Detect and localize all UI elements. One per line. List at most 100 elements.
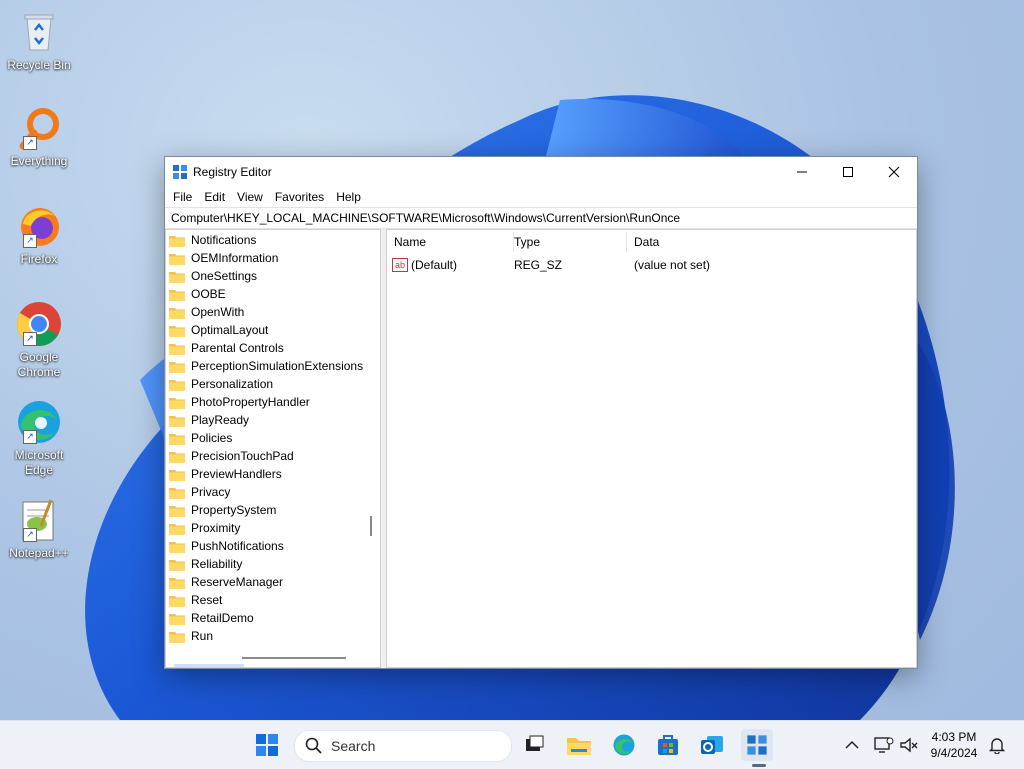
close-button[interactable] bbox=[871, 157, 917, 187]
address-bar[interactable]: Computer\HKEY_LOCAL_MACHINE\SOFTWARE\Mic… bbox=[165, 207, 917, 229]
tree-item[interactable]: Reliability bbox=[169, 555, 242, 573]
tree-item[interactable]: RetailDemo bbox=[169, 609, 254, 627]
task-view-icon bbox=[526, 735, 544, 751]
tree-item[interactable]: Parental Controls bbox=[169, 339, 284, 357]
desktop-icon-firefox[interactable]: ↗ Firefox bbox=[4, 202, 74, 267]
tree-item[interactable]: OOBE bbox=[169, 285, 226, 303]
regedit-icon bbox=[172, 164, 188, 180]
desktop-icon-everything[interactable]: ↗ Everything bbox=[4, 104, 74, 169]
tree-vertical-scrollbar[interactable] bbox=[366, 230, 376, 647]
tree-item[interactable]: PerceptionSimulationExtensions bbox=[169, 357, 363, 375]
value-row-default[interactable]: ab (Default) bbox=[392, 256, 457, 274]
menu-edit[interactable]: Edit bbox=[198, 190, 231, 204]
tree-item[interactable]: PrecisionTouchPad bbox=[169, 447, 294, 465]
menu-view[interactable]: View bbox=[231, 190, 269, 204]
tree-item[interactable]: Privacy bbox=[169, 483, 230, 501]
folder-icon bbox=[169, 306, 185, 319]
folder-icon bbox=[169, 540, 185, 553]
microsoft-store-icon bbox=[658, 735, 678, 755]
tree-item-label: OOBE bbox=[191, 287, 226, 301]
volume-button[interactable] bbox=[893, 729, 925, 761]
tree-item[interactable]: PropertySystem bbox=[169, 501, 276, 519]
start-button[interactable] bbox=[251, 729, 283, 761]
desktop-icon-recycle-bin[interactable]: Recycle Bin bbox=[4, 8, 74, 73]
tree-item[interactable]: PreviewHandlers bbox=[169, 465, 282, 483]
outlook-button[interactable] bbox=[696, 729, 728, 761]
tree-item[interactable]: PlayReady bbox=[169, 411, 249, 429]
tree-item-label: OptimalLayout bbox=[191, 323, 269, 337]
folder-icon bbox=[169, 612, 185, 625]
menu-favorites[interactable]: Favorites bbox=[269, 190, 330, 204]
notepadpp-icon: ↗ bbox=[15, 496, 63, 544]
chrome-icon: ↗ bbox=[15, 300, 63, 348]
notifications-button[interactable] bbox=[981, 729, 1013, 761]
tree-item[interactable]: PhotoPropertyHandler bbox=[169, 393, 310, 411]
tree-item[interactable]: OneSettings bbox=[169, 267, 257, 285]
folder-icon bbox=[169, 432, 185, 445]
tree-item[interactable]: OEMInformation bbox=[169, 249, 278, 267]
tree-item[interactable]: Policies bbox=[169, 429, 232, 447]
edge-taskbar-button[interactable] bbox=[608, 729, 640, 761]
folder-icon bbox=[169, 558, 185, 571]
desktop-icon-label: Firefox bbox=[20, 252, 58, 266]
menu-file[interactable]: File bbox=[167, 190, 198, 204]
tree-item[interactable]: Notifications bbox=[169, 231, 256, 249]
tree-item-label: Personalization bbox=[191, 377, 274, 391]
column-header-data[interactable]: Data bbox=[634, 230, 834, 254]
regedit-icon bbox=[747, 735, 767, 755]
tree-item[interactable]: Reset bbox=[169, 591, 222, 609]
file-explorer-button[interactable] bbox=[563, 729, 595, 761]
everything-search-icon: ↗ bbox=[15, 104, 63, 152]
registry-editor-window: Registry Editor File Edit View Favorites… bbox=[164, 156, 918, 669]
tree-item[interactable]: OptimalLayout bbox=[169, 321, 268, 339]
tree-item-label: Reliability bbox=[191, 557, 243, 571]
taskbar-search[interactable]: Search bbox=[294, 730, 512, 762]
menu-help[interactable]: Help bbox=[330, 190, 367, 204]
folder-icon bbox=[169, 360, 185, 373]
clock[interactable]: 4:03 PM 9/4/2024 bbox=[924, 729, 984, 761]
regedit-taskbar-button[interactable] bbox=[741, 729, 773, 761]
show-hidden-icons-button[interactable] bbox=[836, 729, 868, 761]
clock-date: 9/4/2024 bbox=[930, 746, 978, 760]
task-view-button[interactable] bbox=[518, 729, 550, 761]
scroll-thumb[interactable] bbox=[370, 516, 372, 536]
windows-logo-icon bbox=[256, 734, 278, 756]
tree-item[interactable]: Personalization bbox=[169, 375, 273, 393]
pane-splitter[interactable] bbox=[380, 229, 387, 668]
tree-item-label: Policies bbox=[191, 431, 233, 445]
values-list[interactable]: Name Type Data ab (Default) REG_SZ (valu… bbox=[387, 229, 917, 668]
tree-item[interactable]: OpenWith bbox=[169, 303, 244, 321]
store-button[interactable] bbox=[652, 729, 684, 761]
folder-icon bbox=[567, 738, 591, 755]
tree-item-label: Proximity bbox=[191, 521, 241, 535]
tree-item[interactable]: Proximity bbox=[169, 519, 240, 537]
shortcut-arrow-icon: ↗ bbox=[23, 528, 37, 542]
folder-icon bbox=[169, 270, 185, 283]
column-header-name[interactable]: Name bbox=[387, 230, 514, 254]
tree-item[interactable]: Run bbox=[169, 627, 213, 645]
desktop-icon-notepadpp[interactable]: ↗ Notepad++ bbox=[4, 496, 74, 561]
tree-horizontal-scrollbar[interactable] bbox=[242, 657, 346, 659]
folder-icon bbox=[169, 468, 185, 481]
active-app-indicator bbox=[752, 764, 766, 767]
tree-item-label: OpenWith bbox=[191, 305, 245, 319]
column-header-type[interactable]: Type bbox=[514, 230, 627, 254]
key-tree[interactable]: Notifications OEMInformation OneSettings OO… bbox=[165, 229, 380, 668]
string-value-icon: ab bbox=[392, 258, 408, 272]
desktop-icon-edge[interactable]: ↗ Microsoft Edge bbox=[4, 398, 74, 478]
tree-item-label: Run bbox=[191, 629, 214, 643]
tree-item[interactable]: ReserveManager bbox=[169, 573, 283, 591]
folder-icon bbox=[169, 414, 185, 427]
value-type: REG_SZ bbox=[514, 258, 563, 272]
maximize-button[interactable] bbox=[825, 157, 871, 187]
folder-icon bbox=[169, 594, 185, 607]
tree-item[interactable]: PushNotifications bbox=[169, 537, 284, 555]
desktop-icon-chrome[interactable]: ↗ Google Chrome bbox=[4, 300, 74, 380]
folder-icon bbox=[169, 378, 185, 391]
minimize-button[interactable] bbox=[779, 157, 825, 187]
title-bar[interactable]: Registry Editor bbox=[165, 157, 917, 187]
minimize-icon bbox=[797, 171, 807, 173]
tree-item-label: RetailDemo bbox=[191, 611, 254, 625]
shortcut-arrow-icon: ↗ bbox=[23, 332, 37, 346]
window-title: Registry Editor bbox=[193, 165, 272, 179]
